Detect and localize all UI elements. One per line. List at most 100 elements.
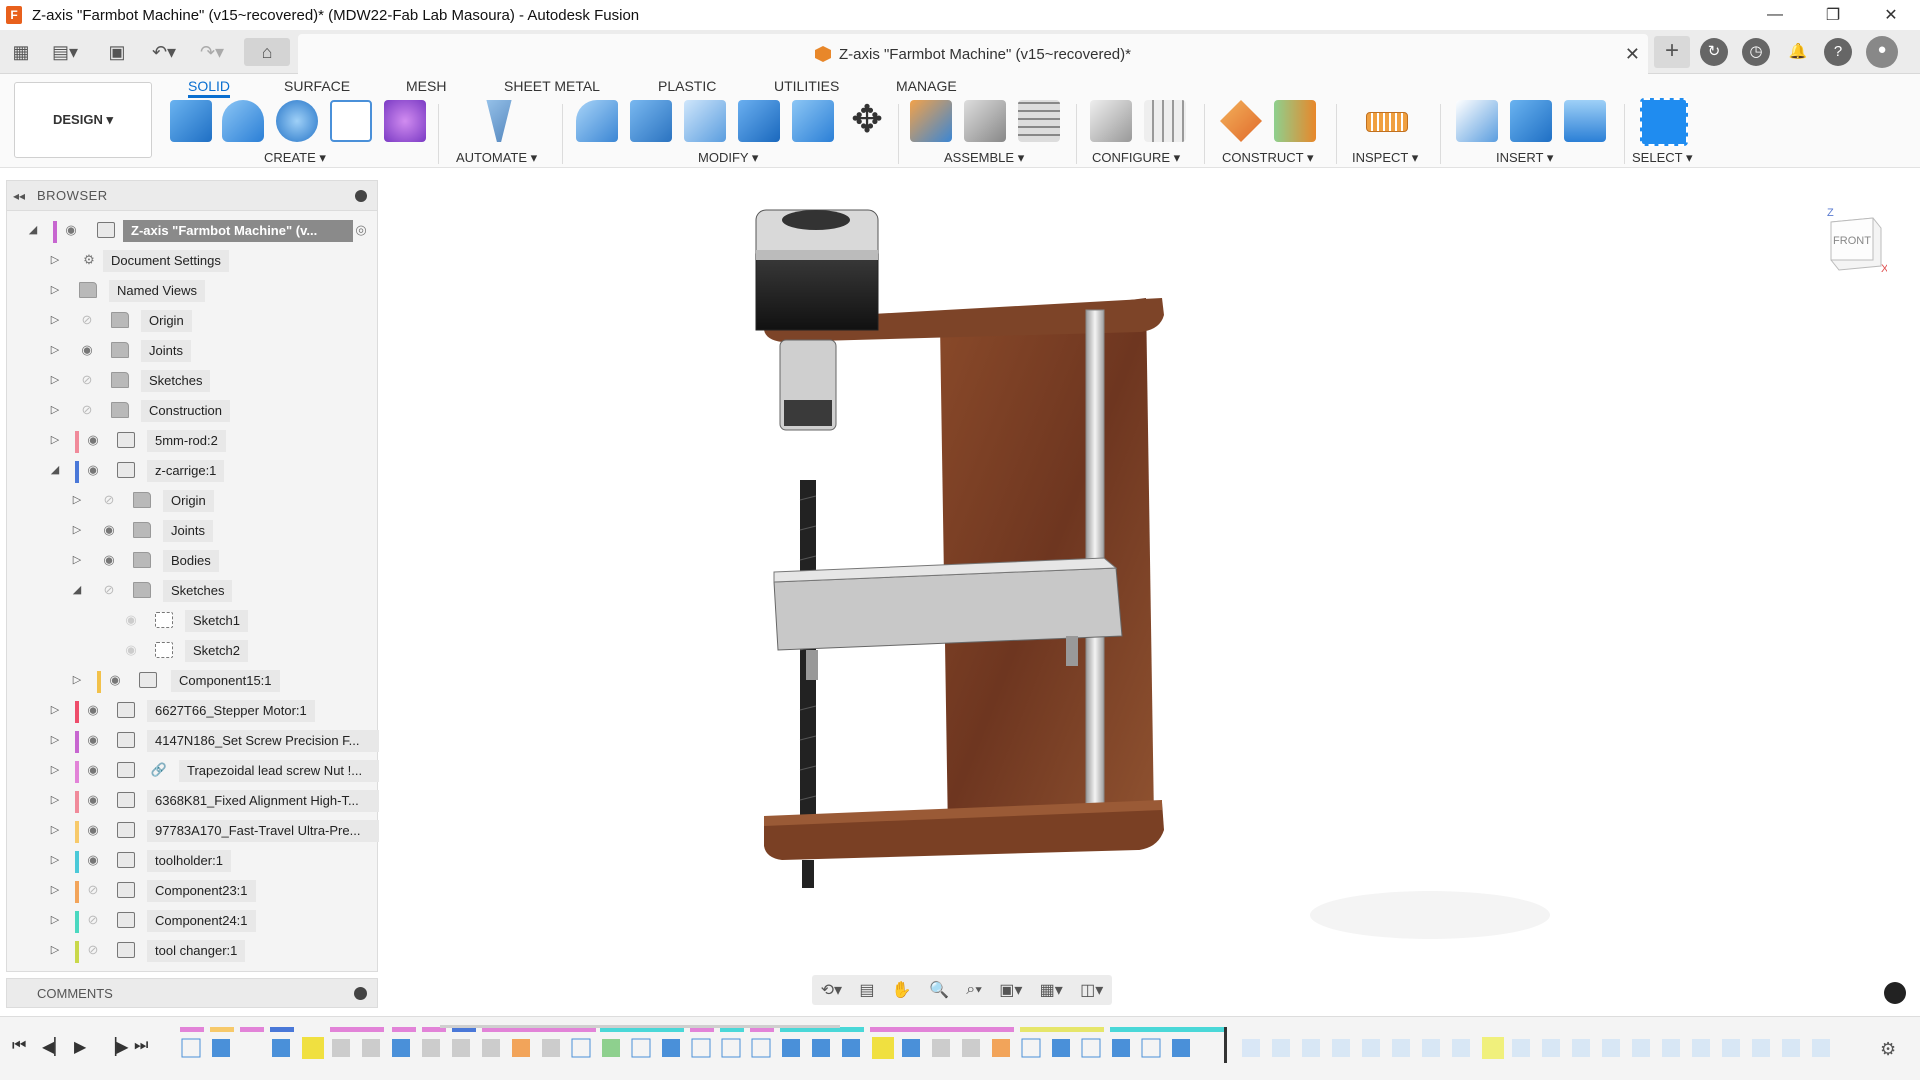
tree-item-joints[interactable]: ▷ ◉ Joints [7, 337, 377, 365]
expand-arrow-icon[interactable]: ▷ [49, 883, 61, 896]
form-icon[interactable] [384, 100, 426, 142]
viewcube[interactable]: FRONT Z X [1823, 208, 1887, 272]
expand-arrow-icon[interactable]: ▷ [49, 433, 61, 446]
expand-arrow-icon[interactable]: ▷ [71, 553, 83, 566]
chamfer-icon[interactable] [684, 100, 726, 142]
home-icon[interactable]: ⌂ [244, 38, 290, 66]
timeline-end-icon[interactable]: ⏭ [134, 1037, 148, 1055]
expand-arrow-icon[interactable]: ▷ [49, 733, 61, 746]
hidden-eye-icon[interactable]: ⊘ [75, 372, 99, 390]
fillet-icon[interactable] [630, 100, 672, 142]
help-icon[interactable]: ? [1824, 38, 1852, 66]
tree-item-carrige-bodies[interactable]: ▷ ◉ Bodies [7, 547, 377, 575]
create-group-menu[interactable]: CREATE ▾ [264, 150, 326, 166]
hidden-eye-icon[interactable]: ⊘ [97, 582, 121, 600]
expand-arrow-icon[interactable]: ▷ [49, 253, 61, 266]
tree-item-tool-changer[interactable]: ▷ ⊘ tool changer:1 [7, 937, 377, 965]
expand-arrow-icon[interactable]: ▷ [49, 313, 61, 326]
select-tool-icon[interactable] [1640, 98, 1688, 146]
tree-item-sketches[interactable]: ▷ ⊘ Sketches [7, 367, 377, 395]
timeline-feature-strip[interactable] [180, 1025, 1860, 1065]
tree-item-component15[interactable]: ▷ ◉ Component15:1 [7, 667, 377, 695]
tree-item-5mm-rod[interactable]: ▷ ◉ 5mm-rod:2 [7, 427, 377, 455]
collapse-browser-icon[interactable]: ◂◂ [13, 189, 25, 203]
tree-item-carrige-joints[interactable]: ▷ ◉ Joints [7, 517, 377, 545]
new-component-icon[interactable] [170, 100, 212, 142]
visibility-eye-icon[interactable]: ◉ [81, 822, 105, 840]
display-settings-icon[interactable]: ▣▾ [999, 980, 1022, 1000]
tree-item-fixed-alignment[interactable]: ▷ ◉ 6368K81_Fixed Alignment High-T... [7, 787, 379, 815]
construct-group-menu[interactable]: CONSTRUCT ▾ [1222, 150, 1314, 166]
configuration-table-icon[interactable] [1144, 100, 1186, 142]
expand-arrow-icon[interactable]: ▷ [49, 283, 61, 296]
modify-group-menu[interactable]: MODIFY ▾ [698, 150, 758, 166]
expand-arrow-icon[interactable]: ▷ [49, 703, 61, 716]
close-tab-icon[interactable]: ✕ [1625, 44, 1640, 65]
automate-icon[interactable] [486, 100, 512, 142]
expand-arrow-icon[interactable]: ▷ [49, 343, 61, 356]
tree-item-component23[interactable]: ▷ ⊘ Component23:1 [7, 877, 377, 905]
expand-arrow-icon[interactable]: ▷ [71, 523, 83, 536]
restore-button[interactable]: ❐ [1804, 0, 1862, 30]
expand-arrow-icon[interactable]: ▷ [49, 853, 61, 866]
timeline-settings-gear-icon[interactable]: ⚙ [1880, 1039, 1896, 1060]
tree-item-named-views[interactable]: ▷ Named Views [7, 277, 377, 305]
expand-arrow-icon[interactable]: ▷ [49, 943, 61, 956]
visibility-eye-icon[interactable]: ◉ [75, 342, 99, 360]
tree-item-stepper-motor[interactable]: ▷ ◉ 6627T66_Stepper Motor:1 [7, 697, 377, 725]
document-tab[interactable]: Z-axis "Farmbot Machine" (v15~recovered)… [298, 34, 1648, 74]
comments-panel[interactable]: COMMENTS [6, 978, 378, 1008]
select-group-menu[interactable]: SELECT ▾ [1632, 150, 1692, 166]
tree-item-set-screw[interactable]: ▷ ◉ 4147N186_Set Screw Precision F... [7, 727, 379, 755]
grid-snaps-icon[interactable]: ▦▾ [1040, 980, 1063, 1000]
save-icon[interactable]: ▣ [104, 38, 130, 66]
press-pull-icon[interactable] [576, 100, 618, 142]
midplane-icon[interactable] [1274, 100, 1316, 142]
timeline-start-icon[interactable]: ⏮ [12, 1037, 26, 1055]
tab-utilities[interactable]: UTILITIES [774, 74, 839, 98]
create-sketch-icon[interactable] [330, 100, 372, 142]
tree-item-origin[interactable]: ▷ ⊘ Origin [7, 307, 377, 335]
revolve-icon[interactable] [276, 100, 318, 142]
tree-item-sketch1[interactable]: ◉ Sketch1 [7, 607, 377, 635]
file-menu-icon[interactable]: ▤▾ [48, 38, 82, 66]
insert-canvas-icon[interactable] [1564, 100, 1606, 142]
insert-group-menu[interactable]: INSERT ▾ [1496, 150, 1553, 166]
measure-icon[interactable] [1366, 112, 1408, 132]
insert-component-icon[interactable] [1510, 100, 1552, 142]
tree-item-carrige-origin[interactable]: ▷ ⊘ Origin [7, 487, 377, 515]
inspect-group-menu[interactable]: INSPECT ▾ [1352, 150, 1418, 166]
tab-plastic[interactable]: PLASTIC [658, 74, 716, 98]
move-copy-icon[interactable]: ✥ [846, 100, 888, 142]
visibility-eye-icon[interactable]: ◉ [81, 462, 105, 480]
automate-group-menu[interactable]: AUTOMATE ▾ [456, 150, 537, 166]
visibility-eye-icon[interactable]: ◉ [97, 552, 121, 570]
undo-icon[interactable]: ↶▾ [146, 38, 182, 66]
timeline-play-icon[interactable]: ▶ [74, 1037, 86, 1057]
bill-of-materials-icon[interactable] [1018, 100, 1060, 142]
tree-item-document-settings[interactable]: ▷ ⚙ Document Settings [7, 247, 377, 275]
configure-group-menu[interactable]: CONFIGURE ▾ [1092, 150, 1180, 166]
tree-item-component24[interactable]: ▷ ⊘ Component24:1 [7, 907, 377, 935]
expand-arrow-icon[interactable]: ▷ [49, 793, 61, 806]
hidden-eye-icon[interactable]: ◉ [119, 612, 143, 630]
hidden-eye-icon[interactable]: ⊘ [75, 312, 99, 330]
tab-manage[interactable]: MANAGE [896, 74, 957, 98]
shell-icon[interactable] [738, 100, 780, 142]
visibility-eye-icon[interactable]: ◉ [81, 732, 105, 750]
timeline-step-forward-icon[interactable]: ▕▶ [104, 1037, 129, 1057]
visibility-eye-icon[interactable]: ◉ [81, 852, 105, 870]
fit-zoom-icon[interactable]: ⌕▾ [966, 981, 982, 999]
visibility-eye-icon[interactable]: ◉ [81, 432, 105, 450]
tree-item-fast-travel[interactable]: ▷ ◉ 97783A170_Fast-Travel Ultra-Pre... [7, 817, 379, 845]
tree-item-sketch2[interactable]: ◉ Sketch2 [7, 637, 377, 665]
hidden-eye-icon[interactable]: ⊘ [81, 882, 105, 900]
job-status-icon[interactable]: ◷ [1742, 38, 1770, 66]
timeline-marker[interactable] [1224, 1027, 1227, 1063]
minimize-button[interactable]: — [1746, 0, 1804, 30]
tree-item-z-carrige[interactable]: ◢ ◉ z-carrige:1 [7, 457, 377, 485]
configure-icon[interactable] [1090, 100, 1132, 142]
expand-arrow-icon[interactable]: ▷ [49, 373, 61, 386]
expand-arrow-icon[interactable]: ▷ [49, 913, 61, 926]
collapse-arrow-icon[interactable]: ◢ [27, 223, 39, 236]
